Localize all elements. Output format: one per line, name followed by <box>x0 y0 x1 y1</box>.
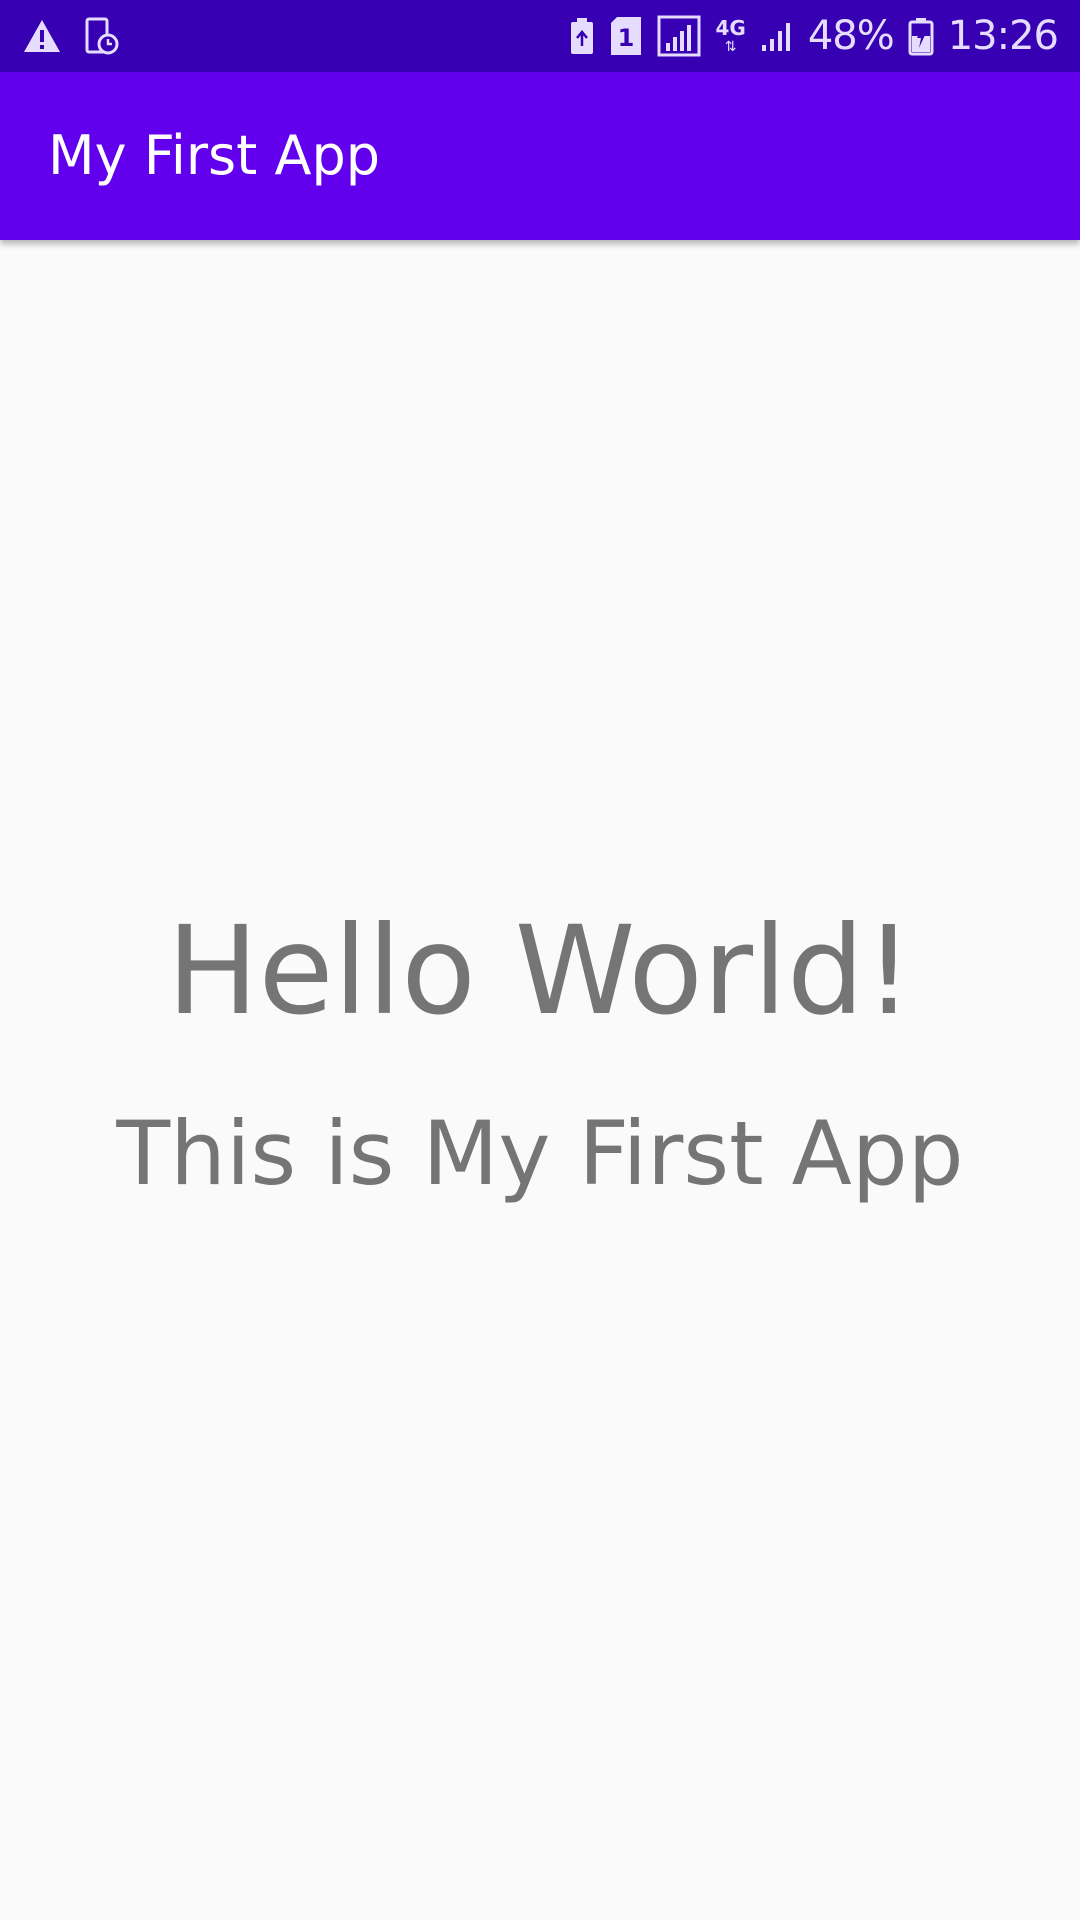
hello-heading: Hello World! <box>166 900 914 1042</box>
clock: 13:26 <box>947 13 1059 59</box>
app-screen: 1 4G ⇅ 48% 13:26 My First App Hello Worl… <box>0 0 1080 1920</box>
network-type-indicator: 4G ⇅ <box>715 18 745 54</box>
subtitle-text: This is My First App <box>116 1102 964 1205</box>
signal-strength-icon <box>657 14 701 58</box>
battery-saver-icon <box>569 14 595 58</box>
device-schedule-icon <box>84 14 120 58</box>
main-content: Hello World! This is My First App <box>0 240 1080 1920</box>
status-right-icons: 1 4G ⇅ 48% 13:26 <box>569 13 1059 59</box>
app-bar-title: My First App <box>48 124 381 187</box>
network-type-label: 4G <box>715 16 746 40</box>
sim-1-icon: 1 <box>609 14 643 58</box>
sim-badge: 1 <box>618 24 635 52</box>
app-bar: My First App <box>0 72 1080 240</box>
battery-percent: 48% <box>807 13 895 59</box>
data-activity-icon: ⇅ <box>724 39 737 55</box>
status-bar: 1 4G ⇅ 48% 13:26 <box>0 0 1080 72</box>
battery-charging-icon <box>908 14 934 58</box>
warning-icon <box>22 14 62 58</box>
status-left-icons <box>22 14 120 58</box>
signal-bars-icon <box>760 14 794 58</box>
